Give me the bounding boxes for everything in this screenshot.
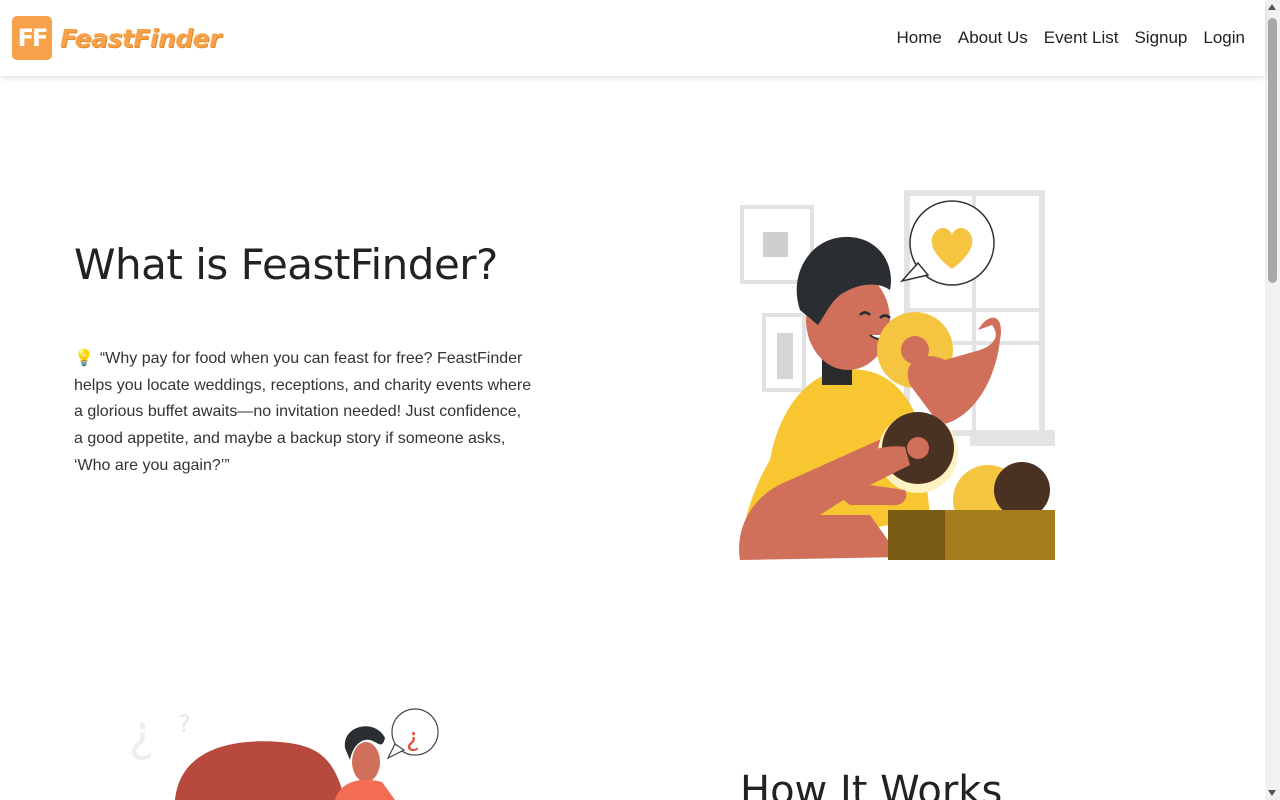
scroll-down-icon[interactable]	[1268, 790, 1276, 796]
nav-link-event-list[interactable]: Event List	[1044, 28, 1119, 48]
scrollbar-thumb[interactable]	[1268, 18, 1277, 283]
nav-link-about-us[interactable]: About Us	[958, 28, 1028, 48]
hero-title: What is FeastFinder?	[74, 240, 498, 289]
navbar: FF FeastFinder Home About Us Event List …	[0, 0, 1265, 76]
brand-name: FeastFinder	[60, 23, 221, 53]
logo-icon: FF	[12, 16, 52, 60]
nav-link-login[interactable]: Login	[1203, 28, 1245, 48]
svg-text:?: ?	[178, 710, 191, 738]
hero-description-text: “Why pay for food when you can feast for…	[74, 350, 532, 474]
scroll-up-icon[interactable]	[1268, 4, 1276, 10]
nav-link-home[interactable]: Home	[897, 28, 942, 48]
lightbulb-icon: 💡	[74, 350, 94, 367]
svg-text:¿: ¿	[406, 723, 420, 753]
confused-person-illustration: ¿ ? ¿	[128, 704, 439, 800]
hero-description: 💡 “Why pay for food when you can feast fo…	[74, 346, 534, 480]
brand-logo[interactable]: FF FeastFinder	[12, 16, 221, 60]
nav-links: Home About Us Event List Signup Login	[897, 28, 1246, 48]
svg-text:¿: ¿	[128, 704, 155, 762]
page-scrollbar[interactable]	[1265, 0, 1280, 800]
section-title-how-it-works: How It Works	[740, 768, 1003, 800]
nav-link-signup[interactable]: Signup	[1134, 28, 1187, 48]
donut-eating-illustration	[739, 190, 1055, 560]
